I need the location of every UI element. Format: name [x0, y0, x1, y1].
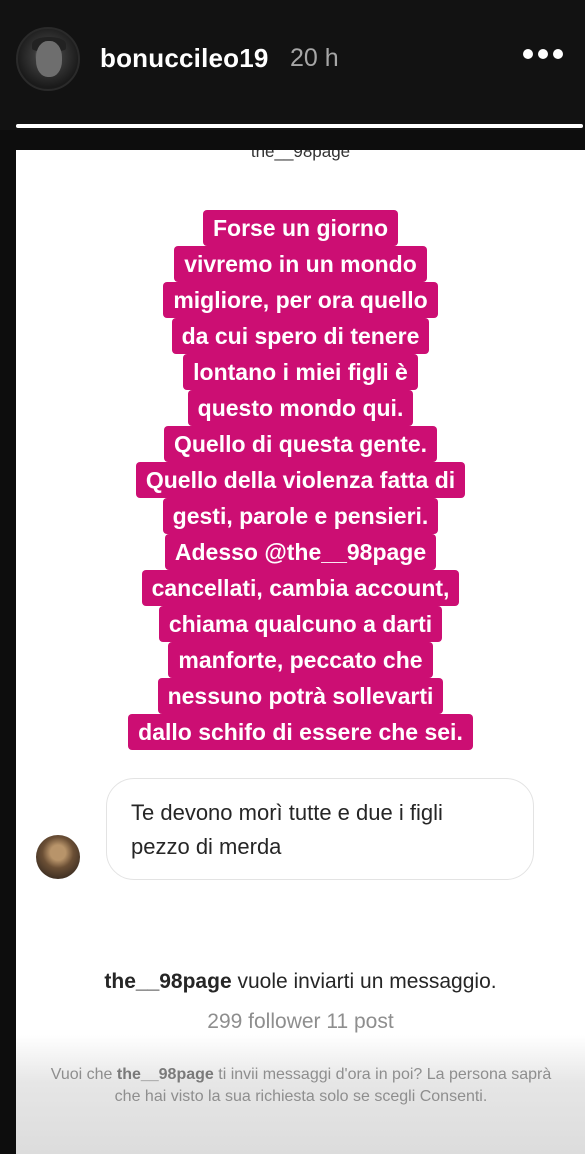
overlay-line: lontano i miei figli è: [183, 354, 418, 390]
overlay-line: da cui spero di tenere: [171, 318, 430, 354]
screenshot-top-username: the__98page: [250, 150, 351, 161]
overlay-line: Adesso @the__98page: [164, 534, 437, 570]
more-options-icon[interactable]: [523, 49, 563, 59]
overlay-line: Quello di questa gente.: [163, 426, 438, 462]
message-line: pezzo di merda: [131, 834, 282, 859]
overlay-line: Forse un giorno: [202, 210, 399, 246]
request-text: vuole inviarti un messaggio.: [231, 970, 497, 993]
overlay-line: Quello della violenza fatta di: [135, 462, 466, 498]
profile-avatar[interactable]: [16, 27, 80, 91]
story-text-overlay: Forse un giorno vivremo in un mondo miglio…: [16, 210, 585, 750]
sender-avatar: [36, 835, 80, 879]
message-request-title: the__98page vuole inviarti un messaggio.: [16, 970, 585, 994]
avatar-face: [36, 41, 62, 77]
note-username: the__98page: [116, 1066, 214, 1083]
request-username: the__98page: [104, 970, 232, 993]
overlay-line: cancellati, cambia account,: [141, 570, 460, 606]
story-username[interactable]: bonuccileo19: [100, 43, 269, 74]
story-progress-fill: [16, 124, 583, 128]
request-note: Vuoi che the__98page ti invii messaggi d…: [46, 1064, 556, 1108]
message-text: Te devono morì tutte e due i figli pezzo…: [131, 796, 521, 864]
story-progress-bar: [16, 124, 583, 128]
story-time: 20 h: [290, 44, 339, 72]
overlay-line: questo mondo qui.: [187, 390, 414, 426]
message-line: Te devono morì tutte e due i figli: [131, 800, 443, 825]
note-prefix: Vuoi che: [50, 1066, 117, 1083]
overlay-line: vivremo in un mondo: [174, 246, 427, 282]
request-stats: 299 follower 11 post: [207, 1010, 394, 1033]
overlay-line: migliore, per ora quello: [163, 282, 438, 318]
story-header: bonuccileo19 20 h: [0, 0, 585, 130]
overlay-line: nessuno potrà sollevarti: [157, 678, 444, 714]
overlay-line: gesti, parole e pensieri.: [162, 498, 439, 534]
screenshot-card: the__98page Forse un giorno vivremo in un…: [16, 150, 585, 1154]
overlay-line: dallo schifo di essere che sei.: [128, 714, 473, 750]
overlay-line: chiama qualcuno a darti: [158, 606, 443, 642]
overlay-line: manforte, peccato che: [168, 642, 433, 678]
